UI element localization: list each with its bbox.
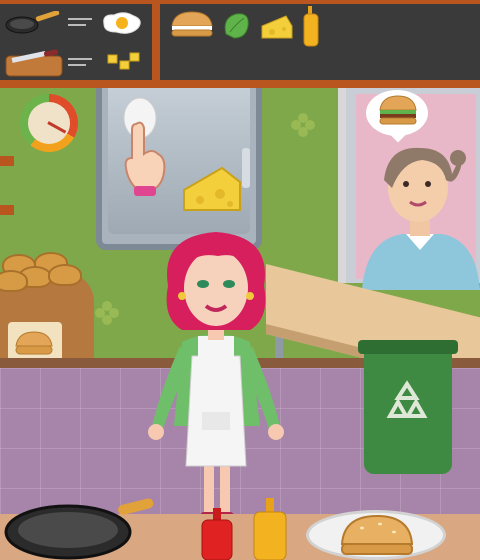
wall-shelf <box>0 205 14 215</box>
chef-character <box>148 232 284 522</box>
cutting-board-icon <box>5 49 63 77</box>
recycle-icon <box>386 380 428 418</box>
bun-icon[interactable] <box>48 264 82 286</box>
bun-icon[interactable] <box>0 270 28 292</box>
customer[interactable] <box>362 140 480 290</box>
burger-icon <box>379 95 417 125</box>
burger-bun-on-plate[interactable] <box>340 514 414 556</box>
bar-divider <box>152 0 160 88</box>
recipe-bar <box>0 0 480 88</box>
recipe-step-chop <box>4 48 144 78</box>
cheese-icon <box>261 15 293 39</box>
cheese-cubes-icon <box>107 52 140 70</box>
mustard-bottle[interactable] <box>250 498 290 560</box>
step-text-icon <box>68 58 92 66</box>
fried-egg-icon <box>103 12 141 34</box>
frying-pan-icon <box>5 11 60 34</box>
wall-flower-icon <box>95 301 119 325</box>
recycle-bin-lid <box>358 340 458 354</box>
frying-pan[interactable] <box>4 498 154 560</box>
recipe-step-fry <box>4 10 144 36</box>
burger-bun-icon <box>171 11 213 37</box>
bar-frame-bottom <box>0 80 480 88</box>
gauge-face <box>28 102 70 144</box>
bar-frame <box>0 0 480 4</box>
mustard-bottle-icon <box>303 6 319 47</box>
wall-shelf <box>0 156 14 166</box>
lettuce-icon <box>224 13 249 39</box>
tap-hint-hand-icon <box>124 121 166 196</box>
step-text-icon <box>68 18 92 26</box>
timer-gauge <box>20 94 78 152</box>
bun-label-icon <box>15 331 53 355</box>
gauge-needle <box>47 121 67 134</box>
cheese-wedge-icon[interactable] <box>182 164 244 214</box>
ketchup-bottle[interactable] <box>198 508 236 560</box>
wall-flower-icon <box>291 113 315 137</box>
